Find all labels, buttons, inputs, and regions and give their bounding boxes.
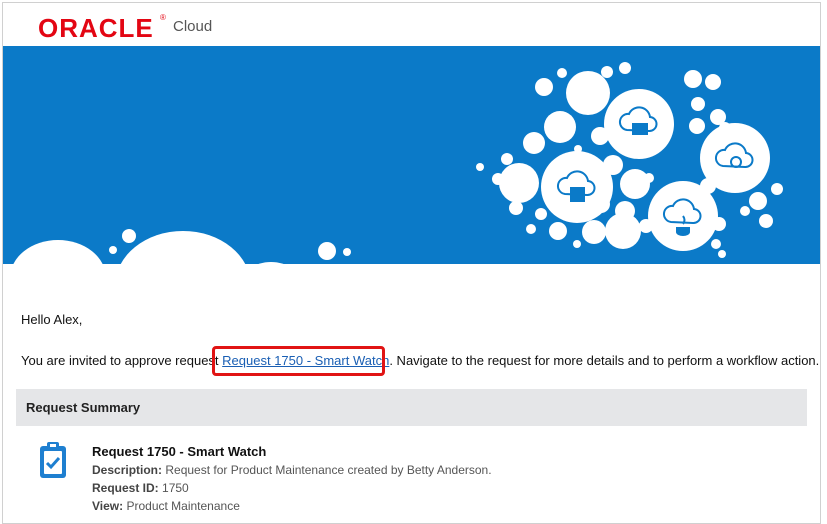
request-details: Request 1750 - Smart Watch Description: … [92, 444, 492, 517]
email-frame: ORACLE ® Cloud Hello Alex, You are invit… [2, 2, 821, 524]
email-header: ORACLE ® Cloud [3, 3, 820, 45]
link-highlight-box [212, 346, 385, 376]
invite-prefix: You are invited to approve request [21, 353, 219, 368]
description-label: Description: [92, 463, 163, 477]
summary-heading: Request Summary [26, 400, 141, 415]
description-row: Description: Request for Product Mainten… [92, 463, 492, 477]
clipboard-check-icon [38, 440, 68, 485]
invite-sentence: You are invited to approve request Reque… [21, 353, 819, 368]
summary-header: Request Summary [16, 389, 807, 426]
request-id-row: Request ID: 1750 [92, 481, 492, 495]
registered-mark: ® [160, 13, 166, 22]
request-id-value: 1750 [162, 481, 189, 495]
hero-banner [3, 46, 820, 272]
description-value: Request for Product Maintenance created … [165, 463, 492, 477]
banner-illustration [3, 62, 820, 272]
oracle-logo: ORACLE [38, 13, 154, 43]
view-value: Product Maintenance [126, 499, 240, 513]
view-label: View: [92, 499, 124, 513]
product-name: Cloud [173, 18, 213, 35]
request-title: Request 1750 - Smart Watch [92, 444, 267, 459]
request-id-label: Request ID: [92, 481, 159, 495]
greeting-text: Hello Alex, [21, 312, 83, 327]
view-row: View: Product Maintenance [92, 499, 492, 513]
invite-suffix: . Navigate to the request for more detai… [389, 353, 820, 368]
